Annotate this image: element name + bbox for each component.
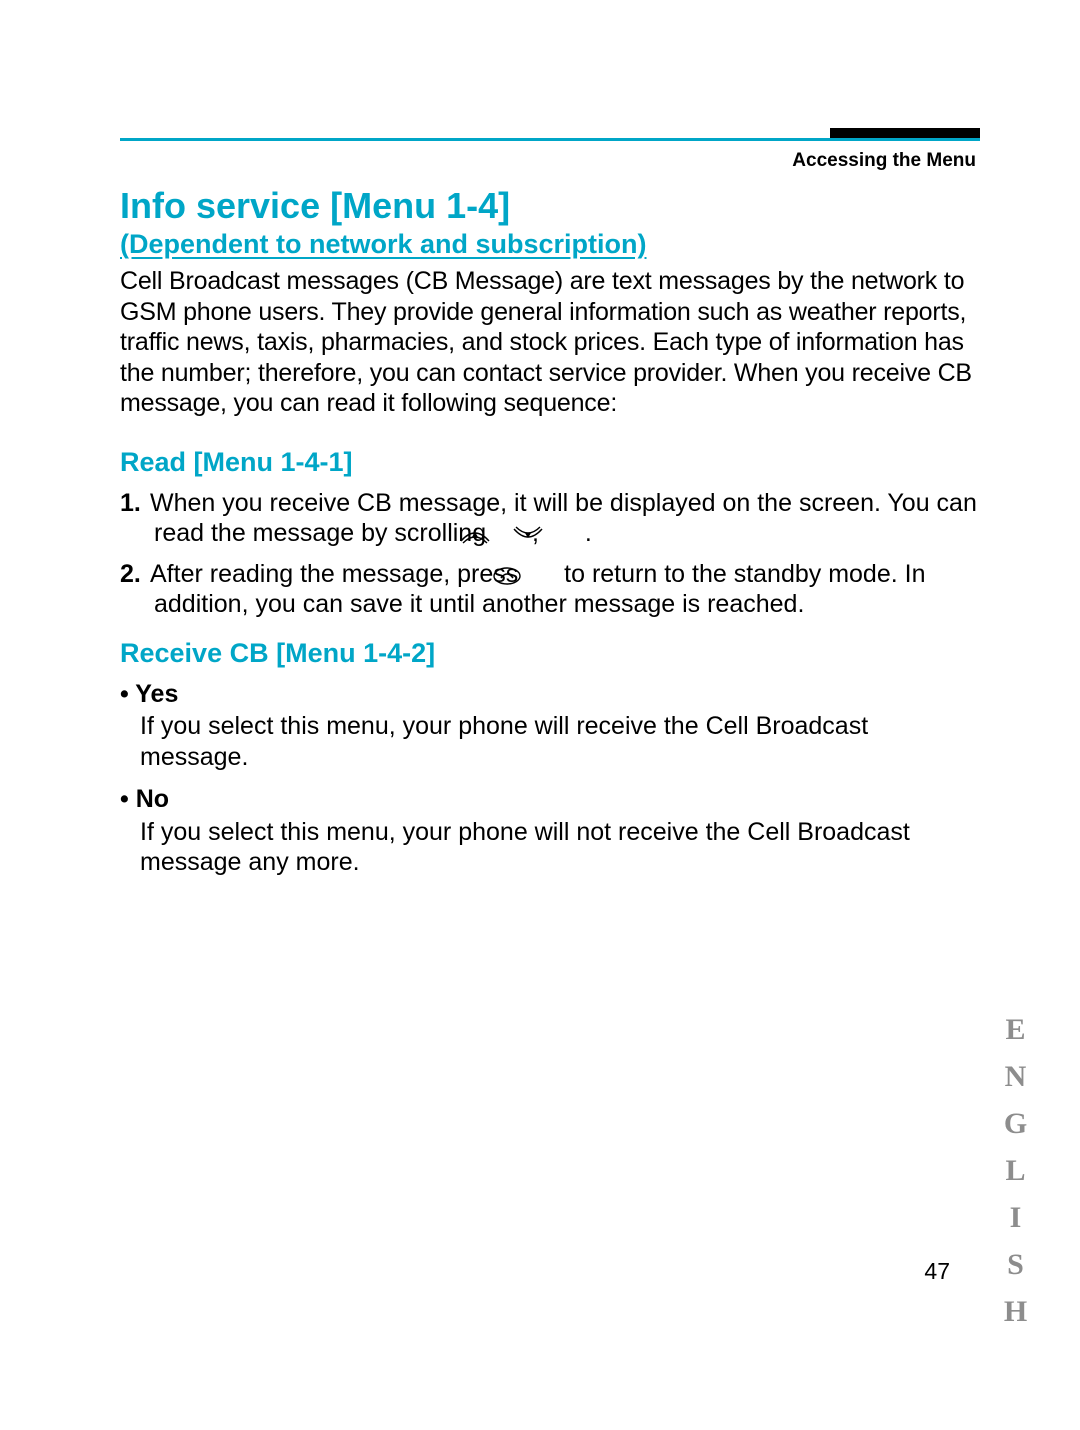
content-area: Info service [Menu 1-4] (Dependent to ne…: [120, 185, 980, 890]
bullet-no-desc: If you select this menu, your phone will…: [120, 817, 980, 878]
list-item: 2.After reading the message, press to re…: [120, 559, 980, 620]
end-key-icon: [525, 563, 557, 583]
intro-paragraph: Cell Broadcast messages (CB Message) are…: [120, 266, 980, 419]
bullet-yes-desc: If you select this menu, your phone will…: [120, 711, 980, 772]
breadcrumb: Accessing the Menu: [792, 150, 976, 172]
bullet-no: • No: [120, 784, 980, 815]
section-heading-receive: Receive CB [Menu 1-4-2]: [120, 638, 980, 669]
list-number: 1.: [120, 488, 150, 519]
page: Accessing the Menu Info service [Menu 1-…: [0, 0, 1080, 1430]
side-language-label: ENGLISH: [998, 1013, 1032, 1342]
page-subtitle: (Dependent to network and subscription): [120, 229, 980, 260]
header-rule: [120, 138, 980, 141]
section-heading-read: Read [Menu 1-4-1]: [120, 447, 980, 478]
scroll-down-icon: [546, 522, 578, 542]
list-text-post: .: [578, 519, 592, 547]
read-list: 1.When you receive CB message, it will b…: [120, 488, 980, 620]
list-number: 2.: [120, 559, 150, 590]
bullet-yes: • Yes: [120, 679, 980, 710]
list-text-pre: After reading the message, press: [150, 560, 525, 588]
list-item: 1.When you receive CB message, it will b…: [120, 488, 980, 549]
page-title: Info service [Menu 1-4]: [120, 185, 980, 227]
header-tab: [830, 128, 980, 138]
page-number: 47: [924, 1258, 950, 1285]
